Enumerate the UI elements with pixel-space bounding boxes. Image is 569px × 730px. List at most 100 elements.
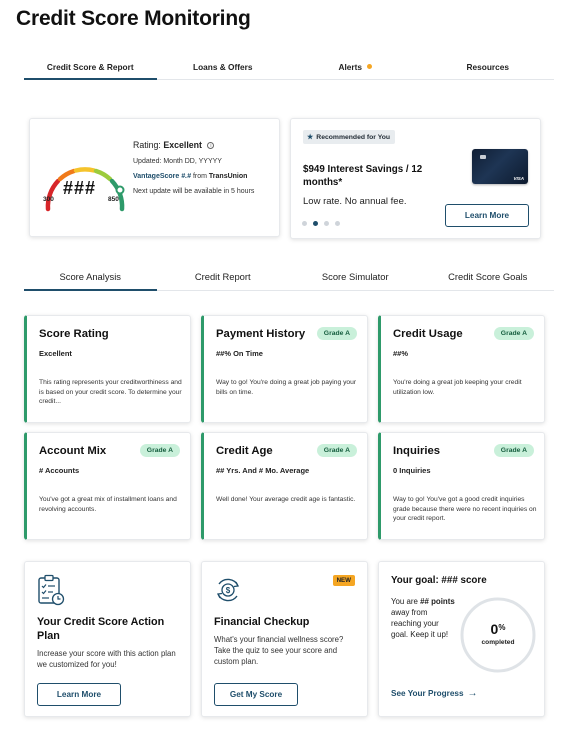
goal-progress-label: completed xyxy=(481,639,515,646)
action-plan-description: Increase your score with this action pla… xyxy=(37,649,176,669)
score-goal-card: Your goal: ### score You are ## points a… xyxy=(378,561,545,717)
tab-label: Alerts xyxy=(338,62,363,72)
factor-description: This rating represents your creditworthi… xyxy=(39,379,182,405)
recommended-offer-card: ★ Recommended for You $949 Interest Savin… xyxy=(290,118,541,239)
tab-score-analysis[interactable]: Score Analysis xyxy=(24,262,157,291)
factor-card-payment-history[interactable]: Payment History Grade A ##% On Time Way … xyxy=(201,315,368,423)
factor-card-score-rating[interactable]: Score Rating Excellent This rating repre… xyxy=(24,315,191,423)
svg-text:$: $ xyxy=(226,586,231,595)
tab-label: Credit Score Goals xyxy=(448,271,528,282)
tab-credit-report[interactable]: Credit Report xyxy=(157,262,290,290)
score-model: VantageScore #.# from TransUnion xyxy=(133,173,273,180)
goal-title: Your goal: ### score xyxy=(391,575,487,586)
goal-text-post: away from reaching your goal. Keep it up… xyxy=(391,608,449,639)
arrow-right-icon: → xyxy=(467,688,478,699)
money-cycle-icon: $ xyxy=(217,578,239,602)
grade-badge: Grade A xyxy=(316,444,357,457)
score-info: Rating: Excellent i Updated: Month DD, Y… xyxy=(133,140,273,197)
score-value: ### xyxy=(63,178,97,198)
credit-card-image: VISA xyxy=(472,149,528,184)
factor-description: Way to go! You're doing a great job payi… xyxy=(216,379,357,396)
vantage-version: #.# xyxy=(181,173,191,180)
offer-title: $949 Interest Savings / 12 months* xyxy=(303,164,423,188)
credit-score-card: ### 300 850 Rating: Excellent i Updated:… xyxy=(29,118,280,237)
financial-checkup-card: $ NEW Financial Checkup What's your fina… xyxy=(201,561,368,717)
factor-description: You're doing a great job keeping your cr… xyxy=(393,379,522,396)
new-badge: NEW xyxy=(332,575,355,586)
factor-card-credit-age[interactable]: Credit Age Grade A ## Yrs. And # Mo. Ave… xyxy=(201,432,368,540)
checkup-title: Financial Checkup xyxy=(214,616,310,628)
factor-description: Way to go! You've got a good credit inqu… xyxy=(393,496,537,522)
card-chip-icon xyxy=(480,155,486,159)
rating-value: Excellent xyxy=(163,140,202,150)
tab-label: Resources xyxy=(466,62,509,72)
tab-alerts[interactable]: Alerts xyxy=(289,52,422,79)
factor-title: Payment History xyxy=(216,328,306,340)
offer-learn-more-button[interactable]: Learn More xyxy=(445,204,529,227)
factor-title: Account Mix xyxy=(39,445,107,457)
info-icon[interactable]: i xyxy=(207,142,215,150)
get-my-score-button[interactable]: Get My Score xyxy=(214,683,298,706)
next-update-note: Next update will be available in 5 hours xyxy=(133,188,255,195)
grade-badge: Grade A xyxy=(139,444,180,457)
tab-label: Loans & Offers xyxy=(193,62,253,72)
grade-badge: Grade A xyxy=(493,444,534,457)
star-icon: ★ xyxy=(307,134,314,141)
factor-card-account-mix[interactable]: Account Mix Grade A # Accounts You've go… xyxy=(24,432,191,540)
analysis-tabs: Score Analysis Credit Report Score Simul… xyxy=(24,262,554,291)
carousel-dot-active[interactable] xyxy=(313,221,318,226)
top-tabs: Credit Score & Report Loans & Offers Ale… xyxy=(24,52,554,80)
factor-value: ## Yrs. And # Mo. Average xyxy=(216,466,310,475)
factor-description: Well done! Your average credit age is fa… xyxy=(216,496,356,503)
updated-date: Updated: Month DD, YYYYY xyxy=(133,158,222,165)
vantage-from: from xyxy=(192,173,207,180)
factor-value: ##% On Time xyxy=(216,349,263,358)
grade-badge: Grade A xyxy=(316,327,357,340)
grade-badge: Grade A xyxy=(493,327,534,340)
visa-logo: VISA xyxy=(513,176,524,181)
factor-title: Credit Usage xyxy=(393,328,463,340)
action-plan-card: Your Credit Score Action Plan Increase y… xyxy=(24,561,191,717)
clipboard-checklist-icon xyxy=(38,574,65,606)
factor-title: Score Rating xyxy=(39,328,109,340)
tab-credit-score-report[interactable]: Credit Score & Report xyxy=(24,52,157,80)
offer-subtitle: Low rate. No annual fee. xyxy=(303,196,407,207)
goal-points: ## points xyxy=(420,597,455,606)
carousel-dot[interactable] xyxy=(335,221,340,226)
factor-value: # Accounts xyxy=(39,466,80,475)
action-plan-learn-more-button[interactable]: Learn More xyxy=(37,683,121,706)
goal-progress-value: 0% xyxy=(459,621,537,637)
goal-text-pre: You are xyxy=(391,597,418,606)
carousel-dots xyxy=(302,221,340,226)
carousel-dot[interactable] xyxy=(302,221,307,226)
tab-resources[interactable]: Resources xyxy=(422,52,555,79)
recommended-badge: ★ Recommended for You xyxy=(303,130,396,144)
factor-card-credit-usage[interactable]: Credit Usage Grade A ##% You're doing a … xyxy=(378,315,545,423)
tab-score-simulator[interactable]: Score Simulator xyxy=(289,262,422,290)
tab-loans-offers[interactable]: Loans & Offers xyxy=(157,52,290,79)
tab-credit-score-goals[interactable]: Credit Score Goals xyxy=(422,262,555,290)
vantage-name: VantageScore xyxy=(133,173,180,180)
bureau-name: TransUnion xyxy=(208,173,248,180)
factor-value: 0 Inquiries xyxy=(393,466,431,475)
notification-dot-icon xyxy=(367,64,373,70)
rating-label: Rating: xyxy=(133,140,161,150)
page-title: Credit Score Monitoring xyxy=(16,7,251,30)
action-plan-title: Your Credit Score Action Plan xyxy=(37,616,165,642)
factor-card-inquiries[interactable]: Inquiries Grade A 0 Inquiries Way to go!… xyxy=(378,432,545,540)
see-progress-label: See Your Progress xyxy=(391,689,464,698)
score-min-label: 300 xyxy=(43,196,54,203)
tab-label: Score Simulator xyxy=(321,271,389,282)
goal-text: You are ## points away from reaching you… xyxy=(391,596,455,640)
factor-description: You've got a great mix of installment lo… xyxy=(39,496,177,513)
progress-unit: % xyxy=(498,623,506,632)
see-your-progress-link[interactable]: See Your Progress → xyxy=(391,688,478,699)
tab-label: Credit Report xyxy=(194,271,251,282)
score-max-label: 850 xyxy=(108,196,119,203)
factor-title: Inquiries xyxy=(393,445,441,457)
carousel-dot[interactable] xyxy=(324,221,329,226)
recommended-badge-label: Recommended for You xyxy=(316,134,391,141)
factor-value: ##% xyxy=(393,349,409,358)
factor-title: Credit Age xyxy=(216,445,273,457)
tab-label: Credit Score & Report xyxy=(46,62,134,72)
